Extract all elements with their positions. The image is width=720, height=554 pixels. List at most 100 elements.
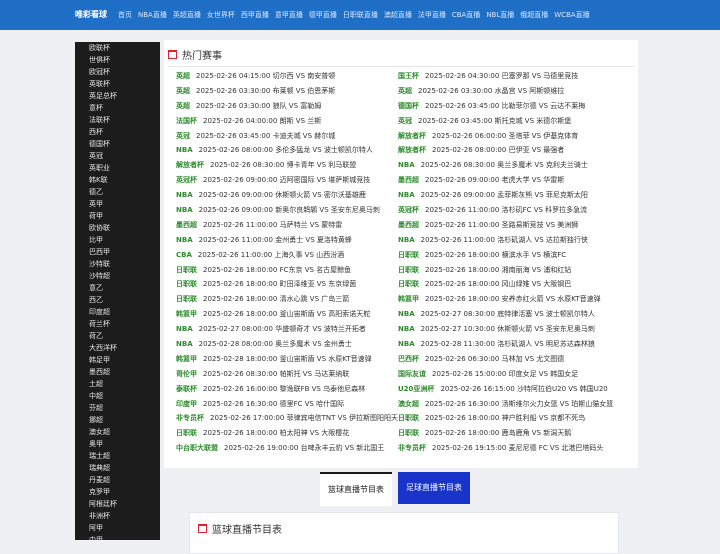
nav-link[interactable]: 法甲直播	[418, 11, 446, 19]
sidebar-item[interactable]: 瑞士超	[75, 450, 160, 462]
sidebar-item[interactable]: 中超	[75, 390, 160, 402]
sidebar-item[interactable]: 土超	[75, 378, 160, 390]
nav-link[interactable]: WCBA直播	[554, 11, 589, 19]
match-row[interactable]: NBA 2025-02-26 08:30:00 奥兰多魔术 VS 克利夫兰骑士	[398, 158, 613, 173]
nav-link[interactable]: 女世界杯	[207, 11, 235, 19]
match-row[interactable]: 英超 2025-02-26 04:15:00 切尔西 VS 南安普顿	[176, 69, 398, 84]
match-row[interactable]: 韩篮甲 2025-02-26 18:00:00 安养赤红火箭 VS 水原KT音速弹	[398, 292, 613, 307]
match-row[interactable]: NBA 2025-02-26 09:00:00 休斯顿火箭 VS 密尔沃基雄鹿	[176, 188, 398, 203]
match-row[interactable]: 韩篮甲 2025-02-26 18:00:00 釜山宙斯盾 VS 高阳索诺天舵	[176, 307, 398, 322]
nav-link[interactable]: 俄超直播	[520, 11, 548, 19]
sidebar-item[interactable]: 法联杯	[75, 114, 160, 126]
match-row[interactable]: 日职联 2025-02-26 18:00:00 鹿岛鹿角 VS 新潟天鹅	[398, 426, 613, 441]
match-row[interactable]: 法国杯 2025-02-26 04:00:00 朗斯 VS 兰斯	[176, 114, 398, 129]
sidebar-item[interactable]: 德乙	[75, 186, 160, 198]
sidebar-item[interactable]: 奥甲	[75, 438, 160, 450]
match-row[interactable]: 英冠 2025-02-26 03:45:00 卡迪夫城 VS 赫尔城	[176, 129, 398, 144]
match-row[interactable]: 日职联 2025-02-26 18:00:00 神户胜利船 VS 京都不死鸟	[398, 411, 613, 426]
match-row[interactable]: 墨西超 2025-02-26 11:00:00 马萨特兰 VS 蒙特雷	[176, 218, 398, 233]
match-row[interactable]: 非专员杯 2025-02-26 17:00:00 菲律宾电信TNT VS 伊拉斯图…	[176, 411, 398, 426]
nav-link[interactable]: 西甲直播	[241, 11, 269, 19]
sidebar-item[interactable]: 英足总杯	[75, 90, 160, 102]
match-row[interactable]: 英超 2025-02-26 03:30:00 水晶宫 VS 阿斯顿维拉	[398, 84, 613, 99]
match-row[interactable]: NBA 2025-02-26 09:00:00 新奥尔良鹈鹕 VS 圣安东尼奥马刺	[176, 203, 398, 218]
sidebar-item[interactable]: 印度超	[75, 306, 160, 318]
match-row[interactable]: CBA 2025-02-26 11:00:00 上海久事 VS 山西汾酒	[176, 248, 398, 263]
nav-link[interactable]: NBA直播	[138, 11, 167, 19]
tab-basketball-schedule[interactable]: 篮球直播节目表	[320, 472, 392, 506]
sidebar-item[interactable]: 韩K联	[75, 174, 160, 186]
sidebar-item[interactable]: 欧协联	[75, 222, 160, 234]
match-row[interactable]: NBA 2025-02-26 08:00:00 多伦多猛龙 VS 波士顿凯尔特人	[176, 143, 398, 158]
sidebar-item[interactable]: 意乙	[75, 282, 160, 294]
sidebar-item[interactable]: 西杯	[75, 126, 160, 138]
match-row[interactable]: 国际友谊 2025-02-26 15:00:00 印度女足 VS 韩国女足	[398, 367, 613, 382]
match-row[interactable]: NBA 2025-02-26 11:00:00 洛杉矶湖人 VS 达拉斯独行侠	[398, 233, 613, 248]
sidebar-item[interactable]: 世俱杯	[75, 54, 160, 66]
sidebar-item[interactable]: 欧冠杯	[75, 66, 160, 78]
sidebar-item[interactable]: 大西洋杯	[75, 342, 160, 354]
sidebar-item[interactable]: 沙特超	[75, 270, 160, 282]
match-row[interactable]: 德国杯 2025-02-26 03:45:00 比勒菲尔德 VS 云达不莱梅	[398, 99, 613, 114]
match-row[interactable]: NBA 2025-02-26 09:00:00 孟菲斯灰熊 VS 菲尼克斯太阳	[398, 188, 613, 203]
sidebar-item[interactable]: 芬超	[75, 402, 160, 414]
nav-link[interactable]: 英超直播	[173, 11, 201, 19]
match-row[interactable]: 哥伦甲 2025-02-26 08:30:00 帕斯托 VS 马达莱纳联	[176, 367, 398, 382]
match-row[interactable]: NBA 2025-02-27 08:00:00 华盛顿奇才 VS 波特兰开拓者	[176, 322, 398, 337]
match-row[interactable]: 澳女超 2025-02-26 16:30:00 汤斯维尔火力女篮 VS 珀斯山猫女…	[398, 397, 613, 412]
match-row[interactable]: 国王杯 2025-02-26 04:30:00 巴塞罗那 VS 马德里竞技	[398, 69, 613, 84]
sidebar-item[interactable]: 荷甲	[75, 210, 160, 222]
match-row[interactable]: 巴西杯 2025-02-26 06:30:00 马林加 VS 尤文图德	[398, 352, 613, 367]
match-row[interactable]: 日职联 2025-02-26 18:00:00 FC东京 VS 名古屋鲸鱼	[176, 263, 398, 278]
sidebar-item[interactable]: 德国杯	[75, 138, 160, 150]
sidebar-item[interactable]: 荷乙	[75, 330, 160, 342]
sidebar-item[interactable]: 墨西超	[75, 366, 160, 378]
sidebar-item[interactable]: 韩足甲	[75, 354, 160, 366]
match-row[interactable]: NBA 2025-02-27 08:30:00 底特律活塞 VS 波士顿凯尔特人	[398, 307, 613, 322]
match-row[interactable]: NBA 2025-02-28 08:00:00 奥兰多魔术 VS 金州勇士	[176, 337, 398, 352]
sidebar-item[interactable]: 意杯	[75, 102, 160, 114]
site-logo[interactable]: 唯彩看球	[75, 9, 107, 20]
sidebar-item[interactable]: 挪超	[75, 414, 160, 426]
match-row[interactable]: 解放者杯 2025-02-26 08:30:00 博卡青年 VS 利马联盟	[176, 158, 398, 173]
nav-link[interactable]: CBA直播	[452, 11, 480, 19]
match-row[interactable]: 英超 2025-02-26 03:30:00 狼队 VS 富勒姆	[176, 99, 398, 114]
nav-link[interactable]: 首页	[118, 11, 132, 19]
match-row[interactable]: 泰联杯 2025-02-26 16:00:00 黎逸联FB VS 乌泰他尼森林	[176, 382, 398, 397]
sidebar-item[interactable]: 非洲杯	[75, 510, 160, 522]
match-row[interactable]: 日职联 2025-02-26 18:00:00 湘南丽海 VS 浦和红钻	[398, 263, 613, 278]
sidebar-item[interactable]: 澳女超	[75, 426, 160, 438]
match-row[interactable]: 日职联 2025-02-26 18:00:00 横滨水手 VS 横滨FC	[398, 248, 613, 263]
match-row[interactable]: 日职联 2025-02-26 18:00:00 町田泽维亚 VS 东京绿茵	[176, 277, 398, 292]
match-row[interactable]: 英冠杯 2025-02-26 09:00:00 迈阿密国际 VS 堪萨斯城竞技	[176, 173, 398, 188]
nav-link[interactable]: 意甲直播	[275, 11, 303, 19]
match-row[interactable]: 墨西超 2025-02-26 11:00:00 圣路易斯竞技 VS 美洲狮	[398, 218, 613, 233]
sidebar-item[interactable]: 欧联杯	[75, 42, 160, 54]
sidebar-item[interactable]: 英联杯	[75, 78, 160, 90]
sidebar-item[interactable]: 阿根廷杯	[75, 498, 160, 510]
sidebar-item[interactable]: 巴西甲	[75, 246, 160, 258]
match-row[interactable]: 英冠杯 2025-02-26 11:00:00 洛杉矶FC VS 科罗拉多急流	[398, 203, 613, 218]
match-row[interactable]: 墨西超 2025-02-26 09:00:00 老虎大学 VS 华雷斯	[398, 173, 613, 188]
sidebar-item[interactable]: 西乙	[75, 294, 160, 306]
match-row[interactable]: 英超 2025-02-26 03:30:00 布莱顿 VS 伯恩茅斯	[176, 84, 398, 99]
sidebar-item[interactable]: 英冠	[75, 150, 160, 162]
nav-link[interactable]: 澳超直播	[384, 11, 412, 19]
match-row[interactable]: NBA 2025-02-28 11:30:00 洛杉矶湖人 VS 明尼苏达森林狼	[398, 337, 613, 352]
sidebar-item[interactable]: 英甲	[75, 198, 160, 210]
nav-link[interactable]: 德甲直播	[309, 11, 337, 19]
sidebar-item[interactable]: 沙特联	[75, 258, 160, 270]
match-row[interactable]: 非专员杯 2025-02-26 19:15:00 麦尼尼德 FC VS 北港巴塔码…	[398, 441, 613, 456]
tab-football-schedule[interactable]: 足球直播节目表	[398, 472, 470, 504]
match-row[interactable]: 日职联 2025-02-26 18:00:00 冈山绿雉 VS 大阪钢巴	[398, 277, 613, 292]
match-row[interactable]: 日职联 2025-02-26 18:00:00 柏太阳神 VS 大阪樱花	[176, 426, 398, 441]
match-row[interactable]: 解放者杯 2025-02-26 06:00:00 圣塔菲 VS 伊基克体育	[398, 129, 613, 144]
sidebar-item[interactable]: 荷兰杯	[75, 318, 160, 330]
nav-link[interactable]: 日职联直播	[343, 11, 378, 19]
match-row[interactable]: NBA 2025-02-27 10:30:00 休斯顿火箭 VS 圣安东尼奥马刺	[398, 322, 613, 337]
sidebar-item[interactable]: 英职业	[75, 162, 160, 174]
match-row[interactable]: 中台职大联盟 2025-02-26 19:00:00 台啤永丰云豹 VS 新北国王	[176, 441, 398, 456]
match-row[interactable]: 印度甲 2025-02-26 16:30:00 德里FC VS 哈什国际	[176, 397, 398, 412]
match-row[interactable]: 英冠 2025-02-26 03:45:00 斯托克城 VS 米德尔斯堡	[398, 114, 613, 129]
match-row[interactable]: NBA 2025-02-26 11:00:00 金州勇士 VS 夏洛特黄蜂	[176, 233, 398, 248]
